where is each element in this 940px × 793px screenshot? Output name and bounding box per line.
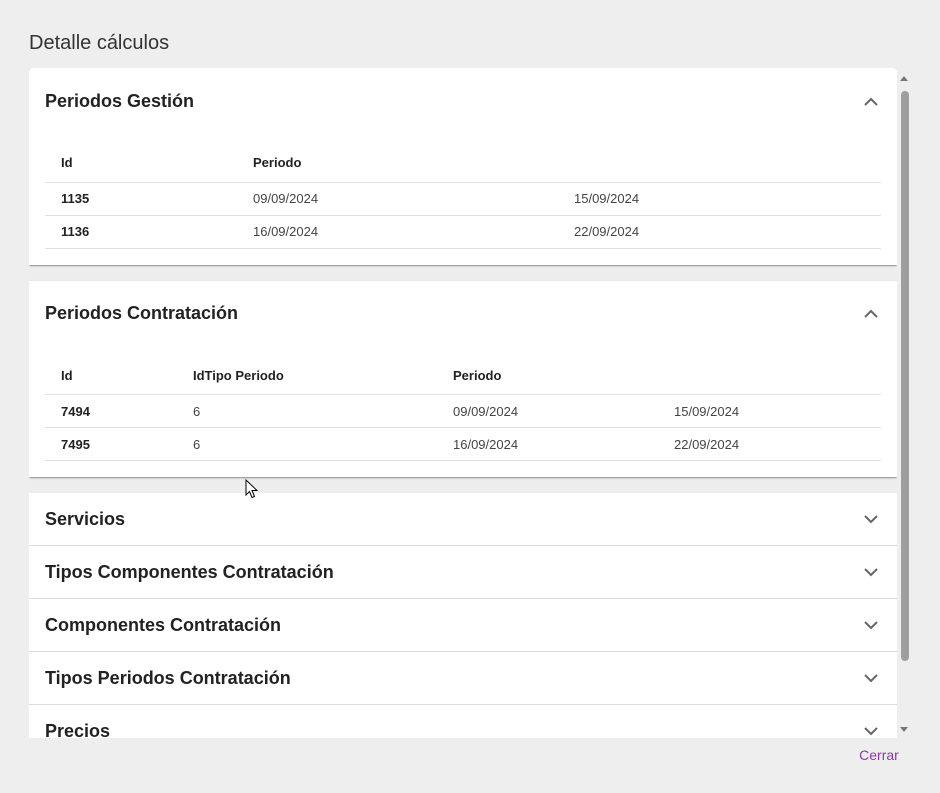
panel-tipos-componentes-contratacion[interactable]: Tipos Componentes Contratación <box>29 546 897 599</box>
panel-title: Precios <box>45 720 111 739</box>
mouse-pointer-icon <box>245 478 259 504</box>
table-row: 1136 16/09/2024 22/09/2024 <box>45 215 881 249</box>
cell-periodo-inicio: 09/09/2024 <box>437 394 658 428</box>
panel-periodos-contratacion: Periodos Contratación Id IdTipo Periodo … <box>29 280 897 477</box>
panel-periodos-gestion: Periodos Gestión Id Periodo 1135 09/09/2… <box>29 68 897 265</box>
column-header <box>658 346 881 395</box>
chevron-down-icon[interactable] <box>861 562 881 582</box>
panel-title: Periodos Gestión <box>45 90 195 111</box>
panel-header-periodos-gestion[interactable]: Periodos Gestión <box>29 68 897 134</box>
table-header-row: Id Periodo <box>45 134 881 183</box>
cell-periodo-fin: 22/09/2024 <box>658 427 881 461</box>
panel-title: Periodos Contratación <box>45 303 239 323</box>
table-row: 1135 09/09/2024 15/09/2024 <box>45 182 881 216</box>
cell-periodo-inicio: 16/09/2024 <box>437 427 658 461</box>
vertical-scrollbar[interactable] <box>897 72 912 736</box>
panel-title: Componentes Contratación <box>45 614 282 635</box>
cell-periodo-fin: 22/09/2024 <box>558 215 881 249</box>
chevron-down-icon[interactable] <box>861 668 881 688</box>
cell-idtipo-periodo: 6 <box>177 427 437 461</box>
dialog-content[interactable]: Periodos Gestión Id Periodo 1135 09/09/2… <box>29 68 897 738</box>
scroll-up-arrow-icon[interactable] <box>900 76 908 81</box>
periodos-contratacion-table: Id IdTipo Periodo Periodo 7494 6 09/09/2… <box>45 346 881 461</box>
column-header: Id <box>45 346 177 395</box>
scroll-down-arrow-icon[interactable] <box>900 727 908 732</box>
chevron-down-icon[interactable] <box>861 721 881 738</box>
cell-periodo-inicio: 16/09/2024 <box>237 215 558 249</box>
cell-idtipo-periodo: 6 <box>177 394 437 428</box>
column-header: Periodo <box>437 346 658 395</box>
cell-periodo-fin: 15/09/2024 <box>558 182 881 216</box>
chevron-up-icon[interactable] <box>861 91 881 111</box>
column-header <box>558 134 881 183</box>
cell-periodo-fin: 15/09/2024 <box>658 394 881 428</box>
dialog-title: Detalle cálculos <box>29 32 170 54</box>
panel-servicios[interactable]: Servicios <box>29 493 897 546</box>
cell-periodo-inicio: 09/09/2024 <box>237 182 558 216</box>
chevron-down-icon[interactable] <box>861 615 881 635</box>
panel-title: Servicios <box>45 508 126 529</box>
cell-id: 7495 <box>45 427 177 461</box>
chevron-up-icon[interactable] <box>861 304 881 324</box>
cell-id: 7494 <box>45 394 177 428</box>
cell-id: 1136 <box>45 215 237 249</box>
column-header: Id <box>45 134 237 183</box>
table-row: 7494 6 09/09/2024 15/09/2024 <box>45 394 881 428</box>
table-row: 7495 6 16/09/2024 22/09/2024 <box>45 427 881 461</box>
periodos-gestion-table: Id Periodo 1135 09/09/2024 15/09/2024 11… <box>45 134 881 249</box>
close-button[interactable]: Cerrar <box>848 744 910 766</box>
panel-componentes-contratacion[interactable]: Componentes Contratación <box>29 599 897 652</box>
panel-tipos-periodos-contratacion[interactable]: Tipos Periodos Contratación <box>29 652 897 705</box>
panel-precios[interactable]: Precios <box>29 705 897 738</box>
scrollbar-thumb[interactable] <box>901 91 909 661</box>
table-header-row: Id IdTipo Periodo Periodo <box>45 346 881 395</box>
column-header: IdTipo Periodo <box>177 346 437 395</box>
panel-title: Tipos Componentes Contratación <box>45 561 334 582</box>
collapsed-panels: Servicios Tipos Componentes Contratación… <box>29 493 897 738</box>
chevron-down-icon[interactable] <box>861 509 881 529</box>
panel-header-periodos-contratacion[interactable]: Periodos Contratación <box>29 281 897 347</box>
column-header: Periodo <box>237 134 558 183</box>
cell-id: 1135 <box>45 182 237 216</box>
panel-title: Tipos Periodos Contratación <box>45 667 291 688</box>
